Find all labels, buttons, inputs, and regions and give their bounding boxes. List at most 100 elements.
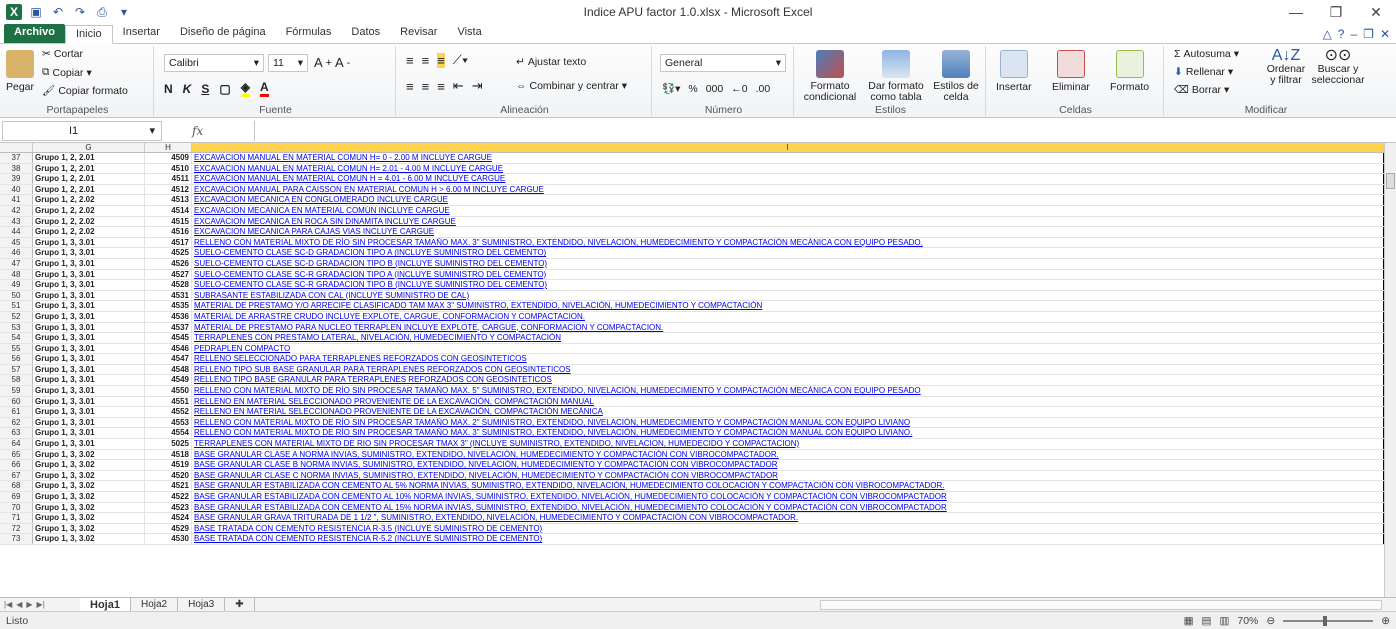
- merge-center-button[interactable]: ⇔ Combinar y centrar ▾: [516, 80, 627, 92]
- cell-code[interactable]: 4510: [145, 163, 192, 174]
- cell-description-link[interactable]: BASE GRANULAR ESTABILIZADA CON CEMENTO A…: [192, 492, 1384, 502]
- cell-description-link[interactable]: EXCAVACION MECANICA EN MATERIAL COMÚN IN…: [192, 205, 1384, 216]
- number-format-buttons[interactable]: 💱▾ % 000 ←0 .00: [662, 82, 771, 96]
- fill-button[interactable]: ⬇ Rellenar ▾: [1174, 66, 1233, 78]
- number-format-combo[interactable]: General ▾: [660, 54, 786, 72]
- cell-code[interactable]: 4531: [145, 290, 192, 301]
- row-number[interactable]: 38: [0, 163, 33, 174]
- cell-description-link[interactable]: RELLENO TIPO SUB BASE GRANULAR PARA TERR…: [192, 364, 1384, 375]
- cell-group[interactable]: Grupo 1, 3, 3.01: [33, 280, 145, 290]
- row-number[interactable]: 69: [0, 492, 33, 502]
- row-number[interactable]: 52: [0, 311, 33, 322]
- close-icon[interactable]: ✕: [1356, 0, 1396, 24]
- column-header-g[interactable]: G: [33, 143, 145, 152]
- zoom-out-icon[interactable]: ⊖: [1266, 615, 1275, 627]
- row-number[interactable]: 50: [0, 290, 33, 301]
- row-number[interactable]: 56: [0, 354, 33, 364]
- cell-description-link[interactable]: SUBRASANTE ESTABILIZADA CON CAL (INCLUYE…: [192, 290, 1384, 301]
- cell-code[interactable]: 4550: [145, 386, 192, 396]
- cell-code[interactable]: 4515: [145, 216, 192, 227]
- zoom-slider[interactable]: [1283, 615, 1374, 626]
- cut-button[interactable]: ✂ Cortar: [42, 48, 83, 60]
- cell-code[interactable]: 4513: [145, 195, 192, 205]
- cell-group[interactable]: Grupo 1, 3, 3.01: [33, 386, 145, 396]
- cell-code[interactable]: 4549: [145, 375, 192, 386]
- redo-icon[interactable]: ↷: [72, 4, 88, 20]
- row-number[interactable]: 37: [0, 153, 33, 163]
- page-layout-icon[interactable]: ▤: [1202, 615, 1212, 627]
- cell-description-link[interactable]: EXCAVACION MANUAL EN MATERIAL COMUN H= 2…: [192, 163, 1384, 174]
- cell-code[interactable]: 4509: [145, 153, 192, 163]
- select-all-corner[interactable]: [0, 143, 33, 152]
- cell-group[interactable]: Grupo 1, 3, 3.02: [33, 481, 145, 491]
- cell-group[interactable]: Grupo 1, 3, 3.02: [33, 523, 145, 534]
- cell-code[interactable]: 4530: [145, 534, 192, 544]
- cell-description-link[interactable]: BASE TRATADA CON CEMENTO RESISTENCIA R-5…: [192, 534, 1384, 544]
- cell-description-link[interactable]: TERRAPLENES CON MATERIAL MIXTO DE RIO SI…: [192, 439, 1384, 449]
- paste-button[interactable]: Pegar: [6, 50, 34, 93]
- horizontal-scrollbar[interactable]: [820, 600, 1382, 610]
- cell-code[interactable]: 4524: [145, 513, 192, 523]
- cell-group[interactable]: Grupo 1, 3, 3.02: [33, 513, 145, 523]
- find-select-button[interactable]: ⊙⊙ Buscar y seleccionar: [1311, 48, 1364, 86]
- horizontal-align-buttons[interactable]: ≡ ≡ ≡ ⇤ ⇥: [406, 78, 483, 94]
- restore-icon[interactable]: ❐: [1316, 0, 1356, 24]
- row-number[interactable]: 67: [0, 470, 33, 481]
- decrease-decimal-icon[interactable]: .00: [756, 83, 771, 95]
- cell-code[interactable]: 4536: [145, 311, 192, 322]
- bold-button[interactable]: N: [164, 82, 173, 96]
- cell-description-link[interactable]: BASE GRANULAR CLASE A NORMA INVIAS, SUMI…: [192, 449, 1384, 460]
- font-color-icon[interactable]: A: [259, 80, 269, 97]
- cell-group[interactable]: Grupo 1, 2, 2.01: [33, 163, 145, 174]
- cell-description-link[interactable]: SUELO-CEMENTO CLASE SC-D GRADACION TIPO …: [192, 258, 1384, 269]
- row-number[interactable]: 39: [0, 174, 33, 184]
- borders-icon[interactable]: ▢: [219, 82, 230, 96]
- cell-group[interactable]: Grupo 1, 3, 3.01: [33, 354, 145, 364]
- grow-font-button[interactable]: A + A-: [314, 55, 350, 70]
- zoom-level[interactable]: 70%: [1237, 615, 1258, 627]
- cell-description-link[interactable]: RELLENO EN MATERIAL SELECCIONADO PROVENI…: [192, 396, 1384, 407]
- cell-code[interactable]: 4553: [145, 417, 192, 428]
- cell-group[interactable]: Grupo 1, 2, 2.01: [33, 184, 145, 195]
- row-number[interactable]: 63: [0, 428, 33, 439]
- vertical-scrollbar[interactable]: [1384, 143, 1396, 597]
- row-number[interactable]: 60: [0, 396, 33, 407]
- row-number[interactable]: 58: [0, 375, 33, 386]
- row-number[interactable]: 51: [0, 301, 33, 311]
- print-preview-icon[interactable]: ⎙: [94, 4, 110, 20]
- cell-group[interactable]: Grupo 1, 3, 3.01: [33, 311, 145, 322]
- cell-group[interactable]: Grupo 1, 3, 3.02: [33, 449, 145, 460]
- increase-decimal-icon[interactable]: ←0: [731, 83, 747, 95]
- help-icon[interactable]: ?: [1338, 27, 1345, 41]
- row-number[interactable]: 49: [0, 280, 33, 290]
- tab-vista[interactable]: Vista: [447, 24, 491, 43]
- doc-restore-icon[interactable]: ❐: [1363, 27, 1374, 41]
- cell-group[interactable]: Grupo 1, 3, 3.01: [33, 396, 145, 407]
- cell-description-link[interactable]: MATERIAL DE PRESTAMO PARA NUCLEO TERRAPL…: [192, 322, 1384, 333]
- cell-group[interactable]: Grupo 1, 2, 2.01: [33, 153, 145, 163]
- cell-group[interactable]: Grupo 1, 3, 3.01: [33, 428, 145, 439]
- sheet-tab-hoja1[interactable]: Hoja1: [80, 597, 131, 612]
- cell-group[interactable]: Grupo 1, 3, 3.01: [33, 417, 145, 428]
- sort-filter-button[interactable]: A↓Z Ordenar y filtrar: [1264, 48, 1308, 86]
- row-number[interactable]: 57: [0, 364, 33, 375]
- row-number[interactable]: 59: [0, 386, 33, 396]
- row-number[interactable]: 61: [0, 407, 33, 417]
- cell-code[interactable]: 4516: [145, 227, 192, 237]
- customize-qat-icon[interactable]: ▾: [116, 4, 132, 20]
- column-header-i[interactable]: I: [192, 143, 1384, 152]
- cell-group[interactable]: Grupo 1, 3, 3.01: [33, 375, 145, 386]
- cell-code[interactable]: 4526: [145, 258, 192, 269]
- cell-description-link[interactable]: TERRAPLENES CON PRESTAMO LATERAL, NIVELA…: [192, 333, 1384, 343]
- tab-revisar[interactable]: Revisar: [390, 24, 447, 43]
- autosum-button[interactable]: Σ Autosuma ▾: [1174, 48, 1239, 60]
- cell-styles-button[interactable]: Estilos de celda: [932, 50, 980, 103]
- cell-group[interactable]: Grupo 1, 3, 3.01: [33, 301, 145, 311]
- cell-code[interactable]: 4521: [145, 481, 192, 491]
- cell-group[interactable]: Grupo 1, 2, 2.02: [33, 195, 145, 205]
- undo-icon[interactable]: ↶: [50, 4, 66, 20]
- italic-button[interactable]: K: [183, 82, 192, 96]
- insert-function-button[interactable]: fx: [192, 124, 203, 138]
- cell-description-link[interactable]: BASE TRATADA CON CEMENTO RESISTENCIA R-3…: [192, 523, 1384, 534]
- vertical-align-buttons[interactable]: ≡ ≡ ≡ ⟋▾: [406, 52, 468, 68]
